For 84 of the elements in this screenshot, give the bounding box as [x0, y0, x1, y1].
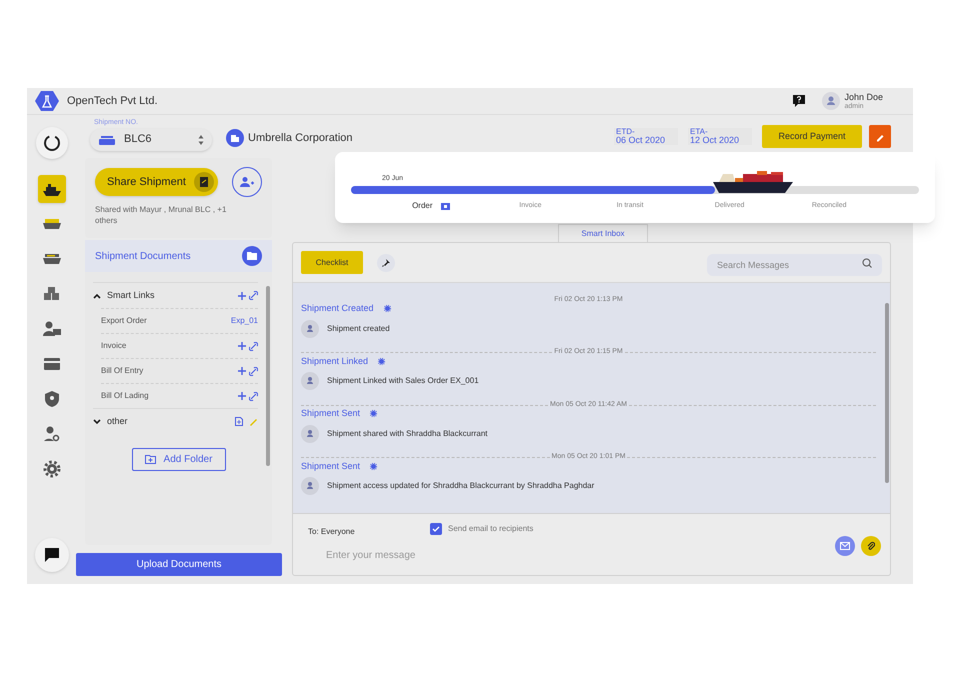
folder-name[interactable]: other: [107, 414, 235, 428]
link-icon[interactable]: [249, 342, 258, 350]
checklist-button[interactable]: Checklist: [301, 251, 363, 274]
message-text: Shipment Linked with Sales Order EX_001: [327, 375, 479, 387]
add-user-button[interactable]: [232, 167, 262, 197]
message-title: Shipment Sent: [301, 407, 360, 420]
caret-icon[interactable]: [93, 418, 101, 424]
scrollbar[interactable]: [885, 303, 889, 483]
logo-icon: [35, 90, 59, 112]
sort-icon: [198, 134, 204, 144]
folder-icon: [247, 252, 257, 260]
date-label: ETD-: [616, 128, 636, 136]
document-name: Bill Of Entry: [101, 365, 144, 377]
checkbox[interactable]: [430, 523, 442, 535]
shipment-number: BLC6: [124, 132, 153, 148]
loader-button[interactable]: [36, 127, 68, 159]
avatar-icon[interactable]: [822, 92, 840, 110]
avatar-icon: [301, 372, 319, 390]
date-value: 06 Oct 2020: [616, 136, 666, 145]
avatar-icon: [301, 320, 319, 338]
add-icon[interactable]: [238, 292, 246, 300]
gear-icon[interactable]: [384, 305, 391, 312]
add-folder-button[interactable]: Add Folder: [132, 448, 226, 471]
add-icon[interactable]: [238, 342, 246, 350]
link-icon[interactable]: [249, 291, 258, 300]
document-name: Export Order: [101, 315, 148, 327]
paperclip-icon: [867, 541, 875, 551]
caret-icon[interactable]: [93, 292, 101, 298]
link-icon[interactable]: [249, 366, 258, 376]
help-icon[interactable]: [792, 94, 806, 108]
smart-inbox-tab[interactable]: Smart Inbox: [558, 224, 648, 242]
message-title: Shipment Sent: [301, 460, 360, 473]
document-name: Invoice: [101, 340, 128, 352]
sidebar-item[interactable]: [38, 175, 66, 203]
message-text: Shipment shared with Shraddha Blackcurrant: [327, 428, 488, 440]
share-shipment-button[interactable]: Share Shipment: [95, 168, 218, 196]
add-icon[interactable]: [238, 367, 246, 375]
folder-name[interactable]: Smart Links: [107, 288, 238, 302]
upload-documents-button[interactable]: Upload Documents: [76, 553, 282, 576]
add-icon[interactable]: [238, 392, 246, 400]
company-icon: [226, 129, 244, 147]
edit-button[interactable]: [869, 125, 891, 148]
chat-icon: [44, 547, 60, 563]
folder-button[interactable]: [242, 246, 262, 266]
gear-icon[interactable]: [370, 410, 378, 418]
avatar-icon: [301, 477, 319, 495]
document-name: Bill Of Lading: [101, 390, 150, 402]
search-field[interactable]: Search Messages: [707, 254, 882, 276]
company-name: OpenTech Pvt Ltd.: [67, 94, 158, 109]
file-add-icon[interactable]: [235, 417, 243, 426]
mail-icon: [840, 542, 850, 550]
gear-icon[interactable]: [370, 462, 378, 470]
avatar-icon: [301, 424, 319, 442]
attach-button[interactable]: [861, 536, 881, 556]
link-icon[interactable]: [249, 392, 258, 400]
gear-icon[interactable]: [378, 358, 386, 365]
scrollbar[interactable]: [266, 286, 270, 466]
date-value: 12 Oct 2020: [690, 136, 740, 145]
check-icon: [432, 526, 440, 532]
gear-icon: [41, 458, 63, 480]
email-button[interactable]: [835, 536, 855, 556]
message-field[interactable]: Enter your message: [326, 548, 806, 563]
shared-with-text: Shared with Mayur , Mrunal BLC , +1 others: [95, 204, 228, 226]
search-icon[interactable]: [862, 258, 872, 268]
chat-button[interactable]: [35, 538, 69, 572]
message-title: Shipment Created: [301, 302, 374, 315]
folder-add-icon: [144, 455, 156, 464]
document-link[interactable]: Exp_01: [230, 315, 258, 327]
stage-label: Order: [412, 200, 433, 212]
message-title: Shipment Linked: [301, 354, 368, 368]
checkbox-label: Send email to recipients: [448, 523, 534, 535]
ship-icon: [98, 134, 116, 146]
add-user-icon: [240, 176, 254, 188]
section-title: Shipment Documents: [95, 250, 192, 264]
recipient-label: To: Everyone: [308, 526, 356, 538]
message-text: Shipment access updated for Shraddha Blackcurrant by Shraddha Paghdar: [327, 480, 594, 492]
record-payment-button[interactable]: Record Payment: [762, 125, 862, 148]
pin-button[interactable]: [377, 254, 395, 272]
user-name: John Doe: [844, 92, 883, 102]
company-name: Umbrella Corporation: [248, 130, 353, 146]
date-label: ETA-: [690, 128, 709, 136]
pin-icon: [382, 258, 390, 266]
message-text: Shipment created: [327, 322, 390, 334]
share-icon: [194, 172, 214, 192]
